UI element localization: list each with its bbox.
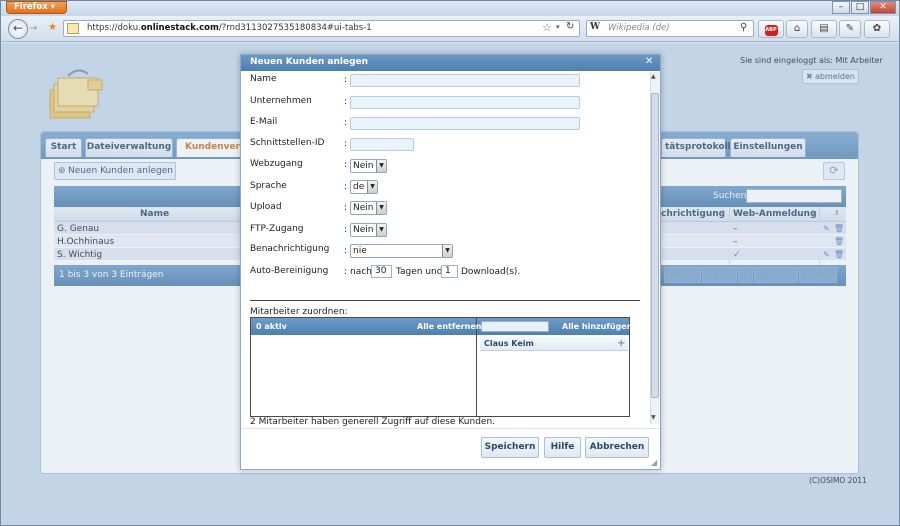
separator-colon: : — [344, 267, 348, 277]
employee-search-input[interactable] — [481, 321, 549, 332]
webaccess-label: Webzugang — [250, 159, 303, 169]
title-bar — [1, 1, 899, 16]
scroll-up-icon[interactable]: ▲ — [651, 73, 656, 80]
company-field[interactable] — [350, 96, 580, 109]
scroll-down-icon[interactable]: ▼ — [651, 414, 656, 421]
cleanup-days-input[interactable]: 30 — [371, 265, 392, 278]
chevron-down-icon: ▼ — [376, 160, 386, 172]
history-dropdown-icon[interactable]: ▾ — [556, 23, 560, 31]
save-button[interactable]: Speichern — [481, 437, 539, 458]
interface-id-label: Schnittstellen-ID — [250, 138, 325, 148]
dialog-title: Neuen Kunden anlegen — [250, 57, 369, 67]
window-close-button[interactable]: ✕ — [870, 1, 896, 14]
ftp-label: FTP-Zugang — [250, 224, 304, 234]
bookmark-page-icon[interactable]: ☆ — [542, 21, 552, 34]
forward-button[interactable]: → — [29, 22, 42, 36]
chevron-down-icon: ▼ — [376, 202, 386, 214]
language-label: Sprache — [250, 181, 287, 191]
extensions-menu-icon[interactable]: ✿ — [864, 20, 890, 38]
name-label: Name — [250, 74, 277, 84]
ftp-select[interactable]: Nein ▼ — [350, 223, 387, 237]
language-select[interactable]: de ▼ — [350, 180, 378, 194]
minimize-button[interactable]: – — [832, 1, 850, 14]
remove-all-link[interactable]: Alle entfernen — [417, 322, 482, 331]
reload-icon[interactable]: ↻ — [566, 21, 574, 32]
chevron-down-icon: ▼ — [442, 245, 452, 257]
notification-label: Benachrichtigung — [250, 244, 330, 254]
separator-colon: : — [344, 225, 348, 235]
employee-name: Claus Keim — [484, 339, 534, 348]
assign-employees-label: Mitarbeiter zuordnen: — [250, 307, 348, 317]
separator-colon: : — [344, 182, 348, 192]
site-identity-icon[interactable] — [67, 23, 79, 34]
addon-icon[interactable]: ✎ — [839, 20, 861, 38]
home-icon[interactable]: ⌂ — [786, 20, 808, 38]
search-icon[interactable]: ⚲ — [740, 22, 747, 33]
upload-select[interactable]: Nein ▼ — [350, 201, 387, 215]
url-host: onlinestack.com — [140, 23, 219, 33]
ftp-value: Nein — [353, 225, 374, 235]
cleanup-downloads-input[interactable]: 1 — [441, 265, 458, 278]
email-field[interactable] — [350, 117, 580, 130]
cleanup-after-text: nach — [350, 267, 372, 277]
resize-grip-icon[interactable]: ◢ — [651, 458, 657, 467]
cancel-button[interactable]: Abbrechen — [585, 437, 649, 458]
back-button[interactable]: ← — [8, 19, 28, 39]
email-label: E-Mail — [250, 117, 278, 127]
cleanup-days-unit: Tagen und — [396, 267, 443, 277]
maximize-button[interactable]: □ — [851, 1, 869, 14]
company-label: Unternehmen — [250, 96, 312, 106]
separator-colon: : — [344, 203, 348, 213]
separator-colon: : — [344, 246, 348, 256]
webaccess-select[interactable]: Nein ▼ — [350, 159, 387, 173]
forward-arrow-icon: → — [29, 23, 38, 34]
separator-colon: : — [344, 160, 348, 170]
help-button[interactable]: Hilfe — [544, 437, 581, 458]
interface-id-field[interactable] — [350, 138, 414, 151]
dialog-close-icon[interactable]: ✕ — [645, 56, 653, 67]
notification-value: nie — [353, 246, 367, 256]
url-text[interactable]: https://doku.onlinestack.com/?rnd3113027… — [87, 23, 372, 33]
bookmark-star-icon[interactable]: ★ — [48, 22, 57, 33]
firefox-menu-button[interactable]: Firefox ▾ — [6, 1, 67, 14]
chevron-down-icon: ▼ — [367, 181, 377, 193]
language-value: de — [353, 182, 365, 192]
cleanup-downloads-unit: Download(s). — [461, 267, 521, 277]
name-field[interactable] — [350, 74, 580, 87]
notification-select[interactable]: nie ▼ — [350, 244, 453, 258]
url-prefix: https://doku. — [87, 23, 141, 33]
add-all-link[interactable]: Alle hinzufügen — [562, 322, 632, 331]
search-placeholder: Wikipedia (de) — [608, 23, 670, 33]
separator-colon: : — [344, 139, 348, 149]
auto-cleanup-label: Auto-Bereinigung — [250, 266, 329, 276]
upload-value: Nein — [353, 203, 374, 213]
wikipedia-icon[interactable]: W — [590, 22, 600, 32]
divider — [250, 300, 640, 301]
adblock-icon[interactable]: ABP — [758, 20, 784, 38]
chevron-down-icon: ▼ — [376, 224, 386, 236]
bookmarks-icon[interactable]: ▤ — [811, 20, 837, 38]
url-path: /?rnd3113027535180834#ui-tabs-1 — [218, 23, 372, 33]
firefox-menu-label: Firefox — [14, 2, 48, 12]
back-arrow-icon: ← — [12, 21, 24, 35]
add-employee-icon[interactable]: + — [617, 338, 625, 349]
separator-colon: : — [344, 118, 348, 128]
access-info-text: 2 Mitarbeiter haben generell Zugriff auf… — [250, 417, 496, 427]
webaccess-value: Nein — [353, 161, 374, 171]
dialog-scrollbar-thumb[interactable] — [651, 93, 659, 398]
upload-label: Upload — [250, 202, 282, 212]
active-count: 0 aktiv — [256, 322, 287, 331]
separator-colon: : — [344, 97, 348, 107]
separator-colon: : — [344, 75, 348, 85]
